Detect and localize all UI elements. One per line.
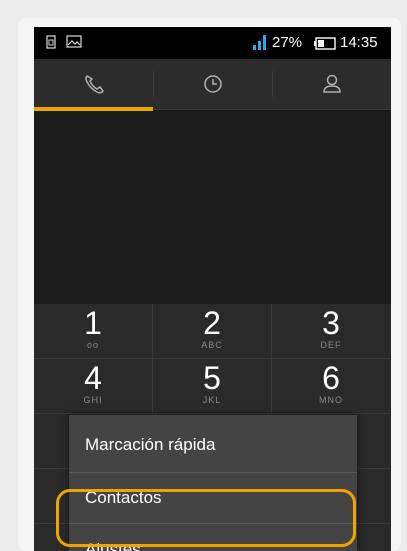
key-2[interactable]: 2 ABC xyxy=(153,304,272,359)
number-display xyxy=(34,111,391,304)
tab-contacts[interactable] xyxy=(272,59,391,109)
image-icon xyxy=(66,35,82,48)
clock-time: 14:35 xyxy=(340,34,378,51)
battery-icon xyxy=(314,37,336,50)
voicemail-icon: oo xyxy=(86,340,99,350)
status-bar: 27% 14:35 xyxy=(34,27,391,59)
clock-icon xyxy=(203,75,222,93)
tab-recent[interactable] xyxy=(153,59,272,109)
signal-icon xyxy=(253,35,266,50)
phone-icon xyxy=(84,75,104,94)
tab-phone[interactable] xyxy=(34,59,153,111)
key-3[interactable]: 3 DEF xyxy=(272,304,390,359)
key-5[interactable]: 5 JKL xyxy=(153,359,272,414)
key-6[interactable]: 6 MNO xyxy=(272,359,390,414)
menu-item-speed-dial[interactable]: Marcación rápida xyxy=(69,419,357,471)
key-1[interactable]: 1 oo xyxy=(34,304,153,359)
battery-percent: 27% xyxy=(272,34,303,51)
sim-card-icon xyxy=(46,35,56,49)
phone-screen: 27% 14:35 1 oo 2 ABC 3 DEF 4 GHI 5 JKL 6… xyxy=(34,27,391,551)
person-icon xyxy=(322,74,341,93)
highlight-outline xyxy=(56,489,356,547)
key-4[interactable]: 4 GHI xyxy=(34,359,153,414)
tab-bar xyxy=(34,59,391,111)
